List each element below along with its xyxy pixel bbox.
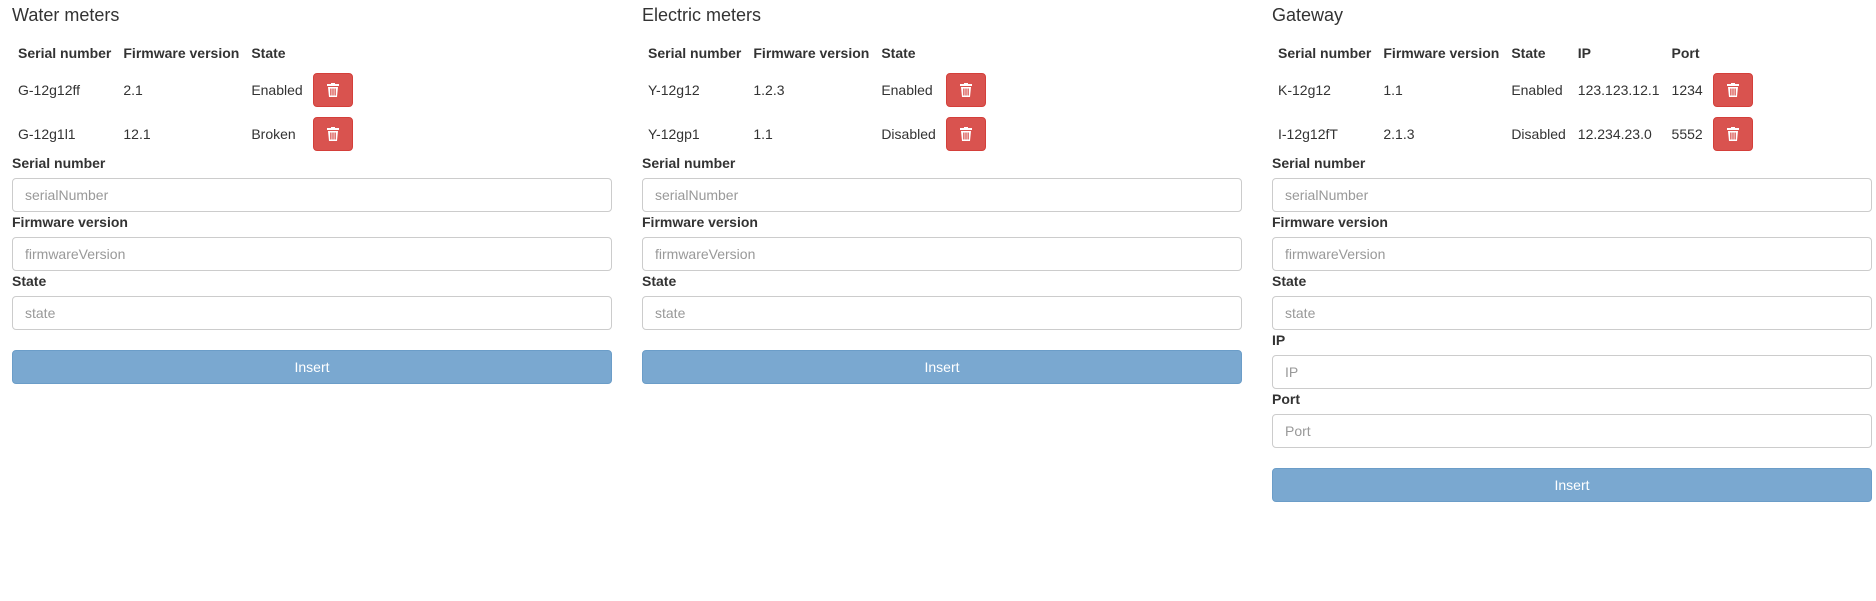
table-row: G-12g1l1 12.1 Broken xyxy=(12,112,359,156)
cell-state: Disabled xyxy=(881,126,936,142)
cell-ip: 123.123.12.1 xyxy=(1577,82,1660,98)
delete-button[interactable] xyxy=(312,117,353,151)
delete-button[interactable] xyxy=(945,117,986,151)
cell-serial: I-12g12fT xyxy=(1278,126,1338,142)
table-row: K-12g12 1.1 Enabled 123.123.12.1 1234 xyxy=(1272,68,1759,112)
firmware-version-label: Firmware version xyxy=(1272,214,1388,230)
cell-serial: G-12g1l1 xyxy=(18,126,76,142)
col-port: Port xyxy=(1671,44,1700,61)
cell-state: Enabled xyxy=(881,82,933,98)
trash-icon xyxy=(326,83,339,97)
firmware-version-label: Firmware version xyxy=(642,214,758,230)
serial-number-label: Serial number xyxy=(1272,155,1366,171)
cell-firmware: 1.1 xyxy=(753,126,773,142)
electric-meters-table: Serial number Firmware version State Y-1… xyxy=(642,36,992,156)
cell-state: Broken xyxy=(251,126,296,142)
cell-actions xyxy=(309,68,359,112)
table-row: Y-12gp1 1.1 Disabled xyxy=(642,112,992,156)
table-header-row: Serial number Firmware version State xyxy=(12,36,359,68)
col-serial-number: Serial number xyxy=(1278,44,1372,61)
cell-actions xyxy=(1709,112,1759,156)
col-actions xyxy=(309,36,359,68)
serial-number-label: Serial number xyxy=(12,155,106,171)
state-input[interactable] xyxy=(642,296,1242,330)
ip-input[interactable] xyxy=(1272,355,1872,389)
col-state: State xyxy=(251,44,286,61)
port-label: Port xyxy=(1272,391,1300,407)
panel-title: Water meters xyxy=(12,5,120,25)
delete-button[interactable] xyxy=(312,73,353,107)
col-firmware-version: Firmware version xyxy=(753,44,870,61)
cell-actions xyxy=(942,112,992,156)
water-meters-table: Serial number Firmware version State G-1… xyxy=(12,36,359,156)
ip-label: IP xyxy=(1272,332,1286,348)
table-row: Y-12g12 1.2.3 Enabled xyxy=(642,68,992,112)
table-header-row: Serial number Firmware version State xyxy=(642,36,992,68)
serial-number-input[interactable] xyxy=(12,178,612,212)
trash-icon xyxy=(959,127,972,141)
trash-icon xyxy=(1726,83,1739,97)
col-actions xyxy=(942,36,992,68)
cell-ip: 12.234.23.0 xyxy=(1577,126,1652,142)
col-serial-number: Serial number xyxy=(648,44,742,61)
delete-button[interactable] xyxy=(1712,73,1753,107)
col-state: State xyxy=(881,44,916,61)
firmware-version-input[interactable] xyxy=(12,237,612,271)
insert-button[interactable]: Insert xyxy=(642,350,1242,384)
state-label: State xyxy=(642,273,677,289)
firmware-version-input[interactable] xyxy=(642,237,1242,271)
cell-serial: G-12g12ff xyxy=(18,82,81,98)
col-actions xyxy=(1709,36,1759,68)
col-firmware-version: Firmware version xyxy=(123,44,240,61)
table-row: G-12g12ff 2.1 Enabled xyxy=(12,68,359,112)
trash-icon xyxy=(1726,127,1739,141)
cell-actions xyxy=(1709,68,1759,112)
serial-number-input[interactable] xyxy=(642,178,1242,212)
col-state: State xyxy=(1511,44,1546,61)
cell-state: Enabled xyxy=(1511,82,1563,98)
cell-serial: Y-12gp1 xyxy=(648,126,700,142)
cell-firmware: 2.1 xyxy=(123,82,143,98)
cell-serial: K-12g12 xyxy=(1278,82,1331,98)
gateway-table: Serial number Firmware version State IP … xyxy=(1272,36,1759,156)
col-ip: IP xyxy=(1577,44,1592,61)
cell-actions xyxy=(309,112,359,156)
table-header-row: Serial number Firmware version State IP … xyxy=(1272,36,1759,68)
insert-button[interactable]: Insert xyxy=(1272,468,1872,502)
state-label: State xyxy=(12,273,47,289)
trash-icon xyxy=(326,127,339,141)
cell-actions xyxy=(942,68,992,112)
cell-firmware: 1.1 xyxy=(1383,82,1403,98)
panel-title: Electric meters xyxy=(642,5,762,25)
cell-firmware: 12.1 xyxy=(123,126,151,142)
cell-state: Enabled xyxy=(251,82,303,98)
state-label: State xyxy=(1272,273,1307,289)
col-serial-number: Serial number xyxy=(18,44,112,61)
port-input[interactable] xyxy=(1272,414,1872,448)
cell-port: 5552 xyxy=(1671,126,1703,142)
firmware-version-input[interactable] xyxy=(1272,237,1872,271)
col-firmware-version: Firmware version xyxy=(1383,44,1500,61)
cell-port: 1234 xyxy=(1671,82,1703,98)
state-input[interactable] xyxy=(12,296,612,330)
serial-number-input[interactable] xyxy=(1272,178,1872,212)
cell-state: Disabled xyxy=(1511,126,1566,142)
panel-title: Gateway xyxy=(1272,5,1344,25)
trash-icon xyxy=(959,83,972,97)
cell-firmware: 1.2.3 xyxy=(753,82,785,98)
serial-number-label: Serial number xyxy=(642,155,736,171)
table-row: I-12g12fT 2.1.3 Disabled 12.234.23.0 555… xyxy=(1272,112,1759,156)
cell-serial: Y-12g12 xyxy=(648,82,700,98)
insert-button[interactable]: Insert xyxy=(12,350,612,384)
delete-button[interactable] xyxy=(1712,117,1753,151)
state-input[interactable] xyxy=(1272,296,1872,330)
delete-button[interactable] xyxy=(945,73,986,107)
cell-firmware: 2.1.3 xyxy=(1383,126,1415,142)
firmware-version-label: Firmware version xyxy=(12,214,128,230)
